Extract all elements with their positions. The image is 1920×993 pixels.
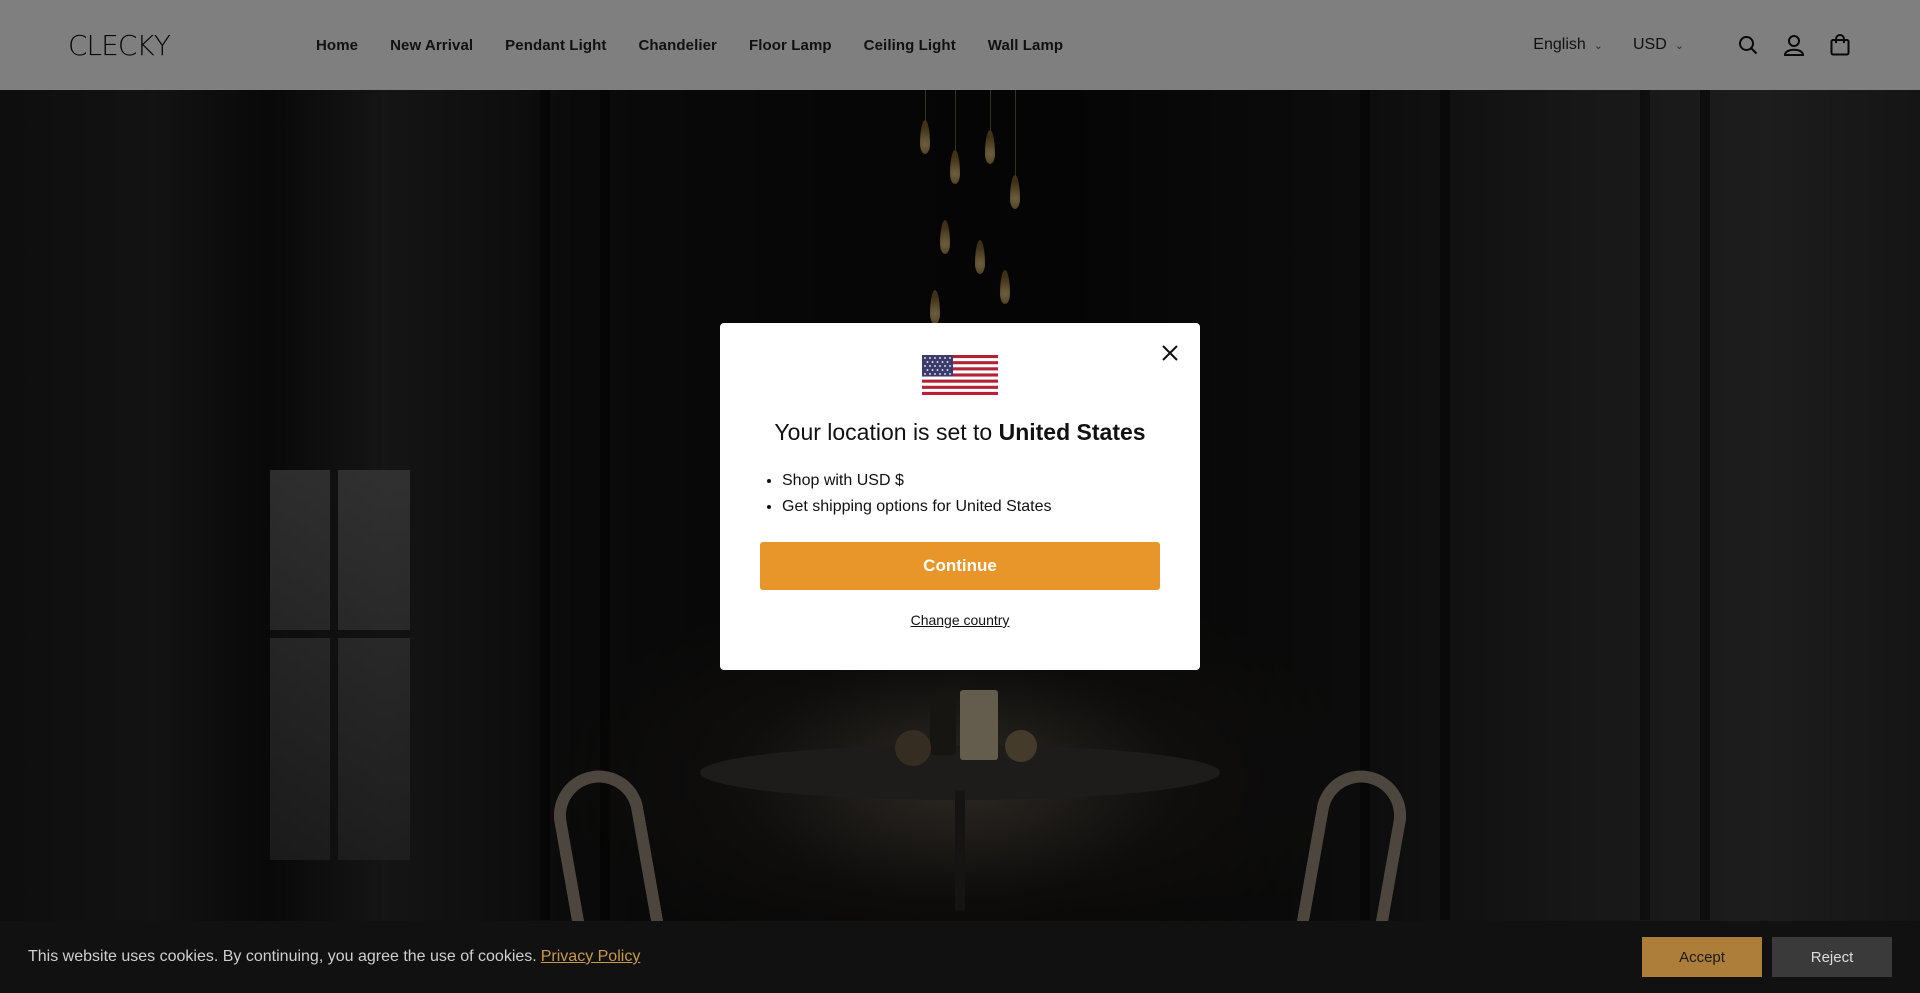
privacy-policy-link[interactable]: Privacy Policy (541, 948, 641, 965)
change-country-link[interactable]: Change country (911, 612, 1010, 628)
modal-title-prefix: Your location is set to (774, 419, 993, 445)
continue-button[interactable]: Continue (760, 542, 1160, 590)
modal-title-country: United States (998, 419, 1146, 445)
list-item: Get shipping options for United States (782, 494, 1160, 520)
us-flag-icon (922, 355, 998, 395)
list-item: Shop with USD $ (782, 468, 1160, 494)
modal-benefits-list: Shop with USD $ Get shipping options for… (760, 468, 1160, 520)
close-icon[interactable] (1158, 341, 1182, 365)
page: CLECKY Home New Arrival Pendant Light Ch… (0, 0, 1920, 993)
location-modal: Your location is set to United States Sh… (720, 323, 1200, 670)
cookie-actions: Accept Reject (1642, 937, 1892, 977)
reject-button[interactable]: Reject (1772, 937, 1892, 977)
modal-title: Your location is set to United States (760, 419, 1160, 446)
cookie-text: This website uses cookies. By continuing… (28, 948, 537, 965)
cookie-banner: This website uses cookies. By continuing… (0, 921, 1920, 993)
cookie-message: This website uses cookies. By continuing… (28, 948, 640, 966)
accept-button[interactable]: Accept (1642, 937, 1762, 977)
